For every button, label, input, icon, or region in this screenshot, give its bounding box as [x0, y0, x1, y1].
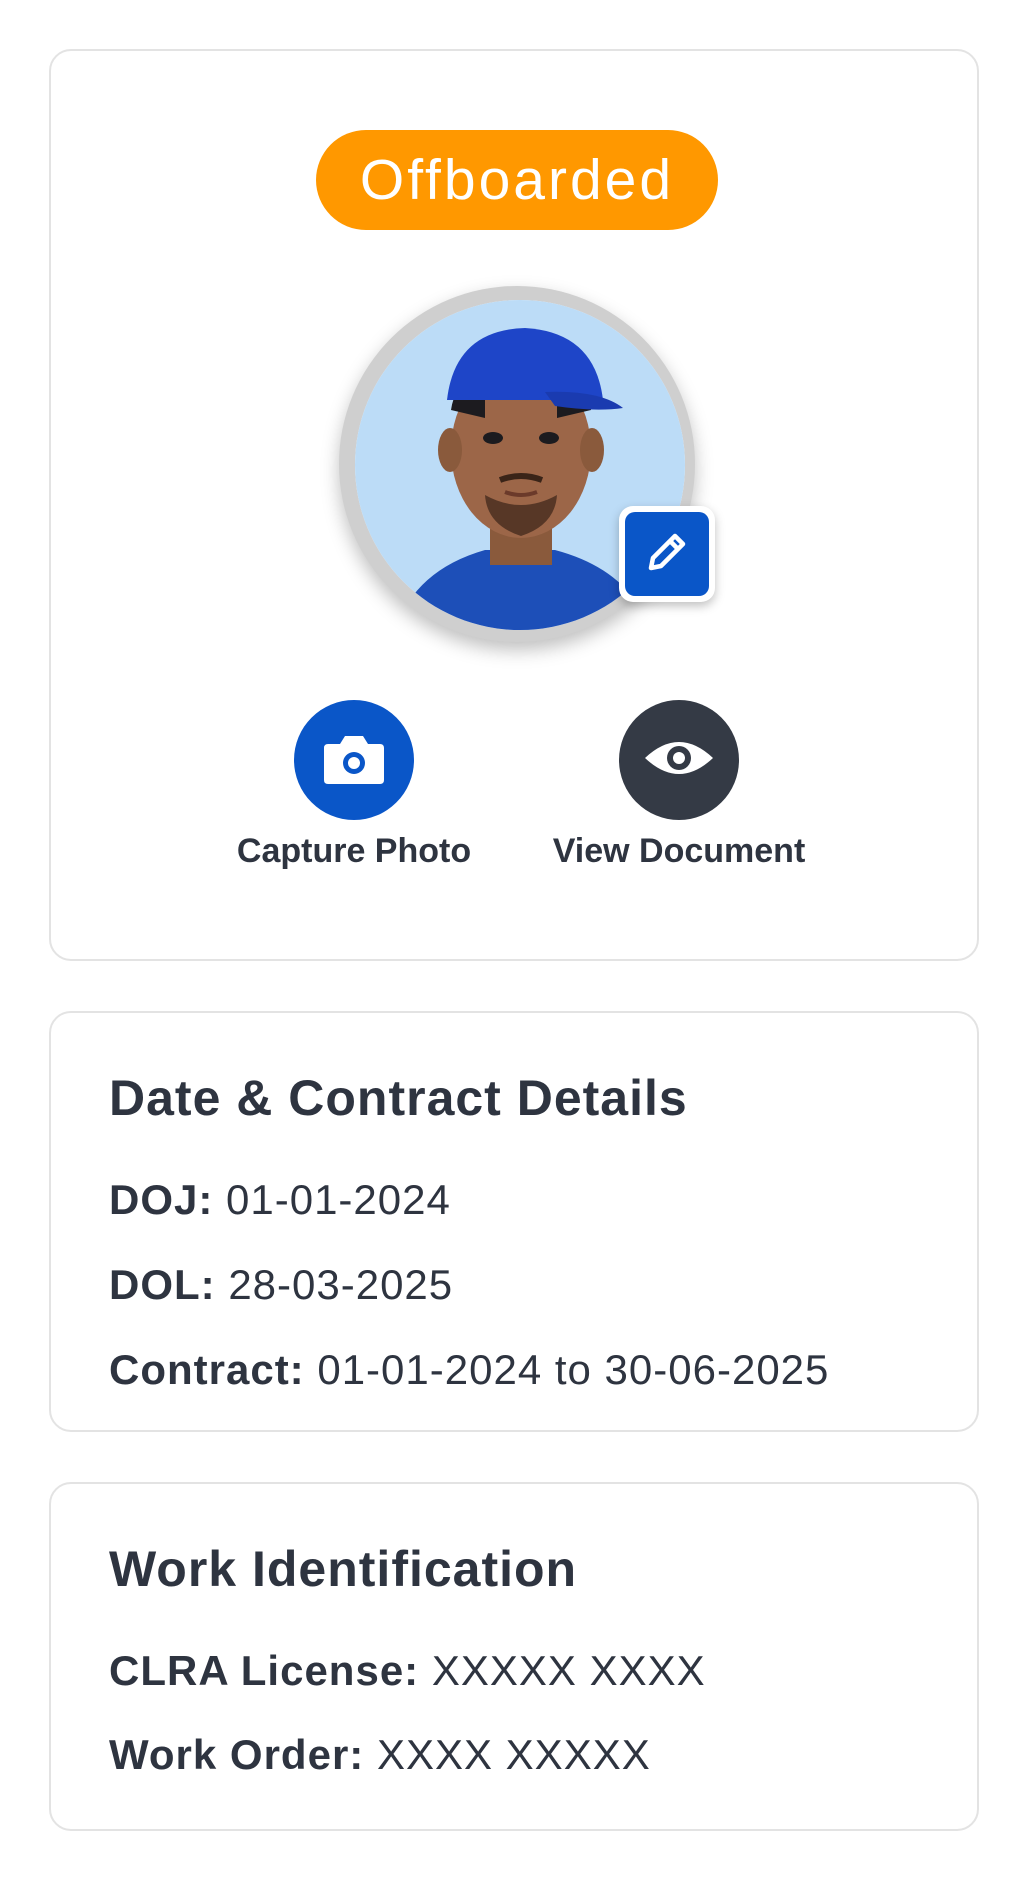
clra-license-row: CLRA License: XXXXX XXXX: [109, 1647, 706, 1695]
work-order-label: Work Order:: [109, 1731, 377, 1778]
status-badge: Offboarded: [316, 130, 718, 230]
doj-value: 01-01-2024: [226, 1176, 451, 1223]
capture-photo-button[interactable]: Capture Photo: [224, 700, 484, 871]
clra-license-value: XXXXX XXXX: [431, 1647, 706, 1694]
contract-details-title: Date & Contract Details: [109, 1070, 688, 1126]
contract-row: Contract: 01-01-2024 to 30-06-2025: [109, 1346, 829, 1394]
capture-photo-label: Capture Photo: [236, 832, 472, 870]
contract-details-card: Date & Contract Details DOJ: 01-01-2024 …: [49, 1011, 979, 1432]
work-order-row: Work Order: XXXX XXXXX: [109, 1731, 651, 1779]
dol-value: 28-03-2025: [228, 1261, 454, 1308]
dol-label: DOL:: [109, 1261, 229, 1308]
camera-icon: [322, 730, 386, 791]
contract-label: Contract:: [109, 1346, 318, 1393]
clra-license-label: CLRA License:: [109, 1647, 432, 1694]
doj-row: DOJ: 01-01-2024: [109, 1176, 451, 1224]
edit-photo-button[interactable]: [619, 506, 715, 602]
work-identification-title: Work Identification: [109, 1541, 578, 1597]
pencil-icon: [641, 526, 693, 583]
work-order-value: XXXX XXXXX: [376, 1731, 651, 1778]
contract-value: 01-01-2024 to 30-06-2025: [317, 1346, 830, 1393]
view-document-button[interactable]: View Document: [549, 700, 809, 871]
doj-label: DOJ:: [109, 1176, 227, 1223]
dol-row: DOL: 28-03-2025: [109, 1261, 453, 1309]
view-document-label: View Document: [552, 832, 806, 870]
profile-card: Offboarded Capture Photo View Document: [49, 49, 979, 961]
work-identification-card: Work Identification CLRA License: XXXXX …: [49, 1482, 979, 1831]
eye-icon: [643, 736, 715, 785]
